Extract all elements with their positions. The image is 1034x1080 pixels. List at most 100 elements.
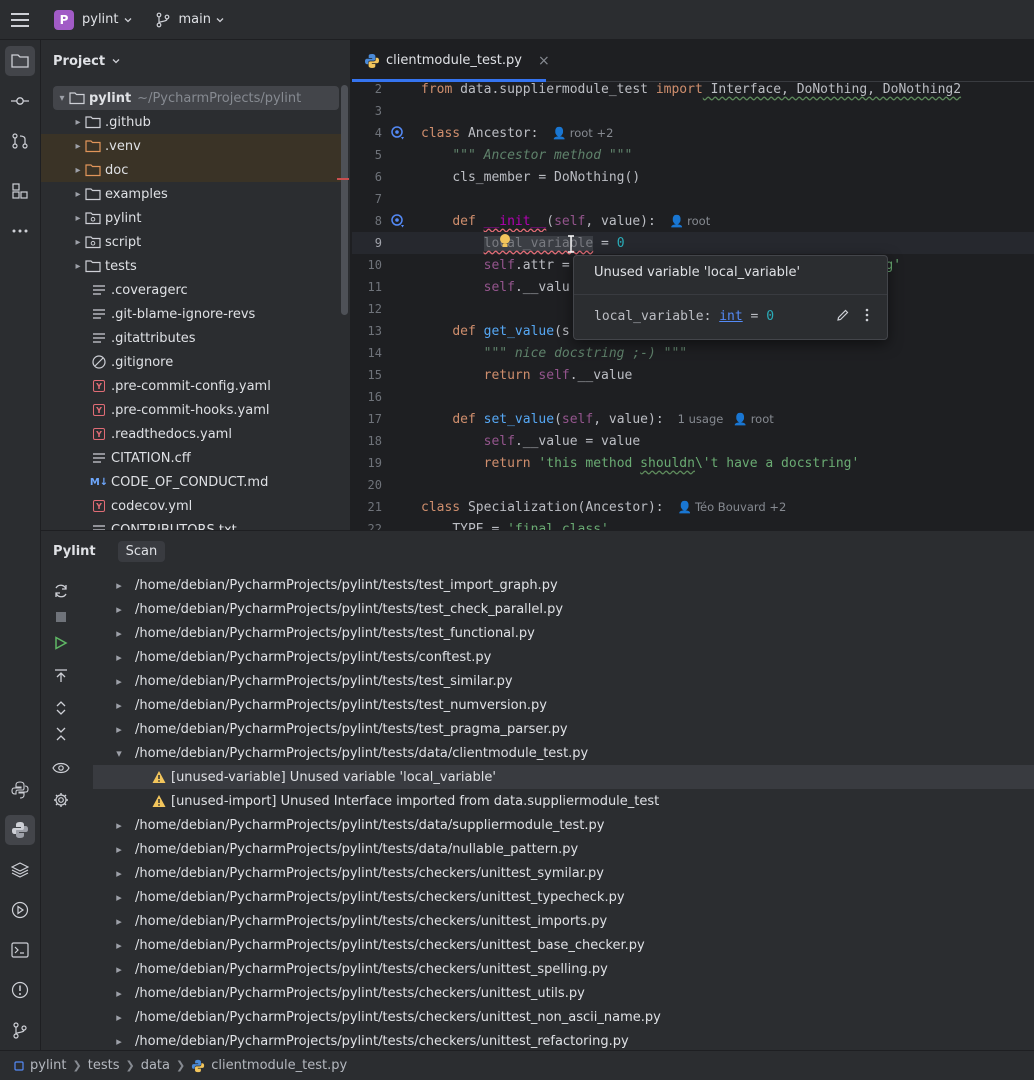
tree-item[interactable]: .gitignore xyxy=(41,350,341,374)
lint-file-item[interactable]: ▸ /home/debian/PycharmProjects/pylint/tes… xyxy=(93,933,1034,957)
author-hint[interactable]: 👤 root xyxy=(733,412,773,426)
chevron-right-icon[interactable]: ▸ xyxy=(107,843,131,856)
author-hint[interactable]: 👤 root +2 xyxy=(552,126,613,140)
lint-file-item[interactable]: ▸ /home/debian/PycharmProjects/pylint/tes… xyxy=(93,717,1034,741)
code-line-14[interactable]: 14 """ nice docstring ;-) """ xyxy=(352,342,1034,364)
tree-item[interactable]: ▸ tests xyxy=(41,254,341,278)
chevron-right-icon[interactable]: ▸ xyxy=(107,1011,131,1024)
chevron-right-icon[interactable]: ▸ xyxy=(71,189,85,200)
lint-file-item[interactable]: ▸ /home/debian/PycharmProjects/pylint/tes… xyxy=(93,693,1034,717)
tree-item[interactable]: .git-blame-ignore-revs xyxy=(41,302,341,326)
code-line-18[interactable]: 18 self .__value = value xyxy=(352,430,1034,452)
chevron-right-icon[interactable]: ▸ xyxy=(71,237,85,248)
tree-item[interactable]: ▸ .venv xyxy=(41,134,341,158)
chevron-right-icon[interactable]: ▸ xyxy=(107,627,131,640)
tree-item[interactable]: Ycodecov.yml xyxy=(41,494,341,518)
chevron-right-icon[interactable]: ▸ xyxy=(107,987,131,1000)
tab-pylint[interactable]: Pylint xyxy=(53,544,96,559)
pull-requests-icon[interactable] xyxy=(5,126,35,156)
collapse-all-icon[interactable] xyxy=(52,725,70,743)
lint-file-item[interactable]: ▸ /home/debian/PycharmProjects/pylint/tes… xyxy=(93,837,1034,861)
git-icon[interactable] xyxy=(5,1015,35,1045)
code-line-2[interactable]: 2 from data.suppliermodule_test import I… xyxy=(352,78,1034,100)
chevron-right-icon[interactable]: ▸ xyxy=(107,819,131,832)
lint-file-item[interactable]: ▸ /home/debian/PycharmProjects/pylint/tes… xyxy=(93,861,1034,885)
breadcrumb-project[interactable]: pylint xyxy=(30,1058,67,1073)
tree-item[interactable]: ▸ doc xyxy=(41,158,341,182)
code-line-3[interactable]: 3 xyxy=(352,100,1034,122)
author-hint[interactable]: 👤 root xyxy=(670,214,710,228)
code-line-5[interactable]: 5 """ Ancestor method """ xyxy=(352,144,1034,166)
refresh-icon[interactable] xyxy=(52,582,70,600)
tree-item[interactable]: Y .pre-commit-config.yaml xyxy=(41,374,341,398)
code-line-22[interactable]: 22 TYPE = 'final class' xyxy=(352,518,1034,531)
chevron-right-icon[interactable]: ▸ xyxy=(107,579,131,592)
gear-icon[interactable] xyxy=(52,791,70,809)
chevron-right-icon[interactable]: ▸ xyxy=(107,963,131,976)
run-icon[interactable] xyxy=(52,634,70,652)
chevron-right-icon[interactable]: ▸ xyxy=(71,117,85,128)
commit-icon[interactable] xyxy=(5,86,35,116)
chevron-right-icon[interactable]: ▸ xyxy=(107,939,131,952)
chevron-right-icon[interactable]: ▸ xyxy=(107,891,131,904)
breadcrumb-data[interactable]: data xyxy=(141,1058,170,1073)
code-line-9[interactable]: 9 local_variable = 0 xyxy=(352,232,1034,254)
stop-icon[interactable] xyxy=(52,608,70,626)
code-line-16[interactable]: 16 xyxy=(352,386,1034,408)
code-line-17[interactable]: 17 def set_value(self, value): 1 usage 👤… xyxy=(352,408,1034,430)
lint-file-item[interactable]: ▸ /home/debian/PycharmProjects/pylint/tes… xyxy=(93,621,1034,645)
tree-item[interactable]: M↓ CODE_OF_CONDUCT.md xyxy=(41,470,341,494)
structure-icon[interactable] xyxy=(5,176,35,206)
project-panel-header[interactable]: Project xyxy=(41,40,350,82)
python-console-icon[interactable] xyxy=(5,775,35,805)
project-tool-icon[interactable] xyxy=(5,46,35,76)
code-line-21[interactable]: 21 class Specialization(Ancestor): 👤 Téo … xyxy=(352,496,1034,518)
eye-icon[interactable] xyxy=(52,759,70,777)
tree-item[interactable]: .coveragerc xyxy=(41,278,341,302)
chevron-right-icon[interactable]: ▸ xyxy=(71,261,85,272)
layers-icon[interactable] xyxy=(5,855,35,885)
code-line-15[interactable]: 15 return self .__value xyxy=(352,364,1034,386)
chevron-right-icon[interactable]: ▸ xyxy=(71,141,85,152)
lint-file-item[interactable]: ▸ /home/debian/PycharmProjects/pylint/tes… xyxy=(93,909,1034,933)
more-tools-icon[interactable] xyxy=(5,216,35,246)
lint-file-item[interactable]: ▾ /home/debian/PycharmProjects/pylint/tes… xyxy=(93,741,1034,765)
project-switcher[interactable]: pylint xyxy=(82,12,133,27)
lint-file-item[interactable]: ▸ /home/debian/PycharmProjects/pylint/tes… xyxy=(93,573,1034,597)
code-line-8[interactable]: 8 def __init__(self, value): 👤 root xyxy=(352,210,1034,232)
terminal-icon[interactable] xyxy=(5,935,35,965)
close-icon[interactable]: × xyxy=(538,53,550,69)
chevron-down-icon[interactable]: ▾ xyxy=(107,747,131,760)
lint-file-item[interactable]: ▸ /home/debian/PycharmProjects/pylint/tes… xyxy=(93,645,1034,669)
tree-item[interactable]: CITATION.cff xyxy=(41,446,341,470)
tree-item[interactable]: ▸ examples xyxy=(41,182,341,206)
main-menu-icon[interactable] xyxy=(0,0,40,40)
code-line-7[interactable]: 7 xyxy=(352,188,1034,210)
usages-hint[interactable]: 1 usage xyxy=(678,412,724,426)
project-badge[interactable]: P xyxy=(54,9,74,30)
tree-item[interactable]: Y .pre-commit-hooks.yaml xyxy=(41,398,341,422)
pylint-tool-icon[interactable] xyxy=(5,815,35,845)
type-link[interactable]: int xyxy=(719,309,742,324)
chevron-right-icon[interactable]: ▸ xyxy=(107,675,131,688)
lint-file-item[interactable]: ▸ /home/debian/PycharmProjects/pylint/tes… xyxy=(93,1005,1034,1029)
lightbulb-icon[interactable] xyxy=(498,233,512,249)
services-icon[interactable] xyxy=(5,895,35,925)
tree-item[interactable]: ▸ pylint xyxy=(41,206,341,230)
author-hint[interactable]: 👤 Téo Bouvard +2 xyxy=(678,500,787,514)
lint-file-item[interactable]: ▸ /home/debian/PycharmProjects/pylint/tes… xyxy=(93,597,1034,621)
lint-warning-item[interactable]: [unused-variable] Unused variable 'local… xyxy=(93,765,1034,789)
code-line-19[interactable]: 19 return 'this method shouldn \'t have a… xyxy=(352,452,1034,474)
project-scrollbar[interactable] xyxy=(341,85,348,315)
chevron-down-icon[interactable]: ▾ xyxy=(55,93,69,104)
tab-scan[interactable]: Scan xyxy=(117,540,166,562)
overridden-icon[interactable] xyxy=(390,125,406,141)
lint-file-item[interactable]: ▸ /home/debian/PycharmProjects/pylint/tes… xyxy=(93,885,1034,909)
more-options-icon[interactable] xyxy=(864,308,870,322)
lint-file-item[interactable]: ▸ /home/debian/PycharmProjects/pylint/tes… xyxy=(93,669,1034,693)
code-line-6[interactable]: 6 cls_member = DoNothing() xyxy=(352,166,1034,188)
lint-file-item[interactable]: ▸ /home/debian/PycharmProjects/pylint/tes… xyxy=(93,1029,1034,1050)
tree-item[interactable]: ▸ .github xyxy=(41,110,341,134)
branch-switcher[interactable]: main xyxy=(155,12,225,28)
breadcrumb-tests[interactable]: tests xyxy=(88,1058,120,1073)
